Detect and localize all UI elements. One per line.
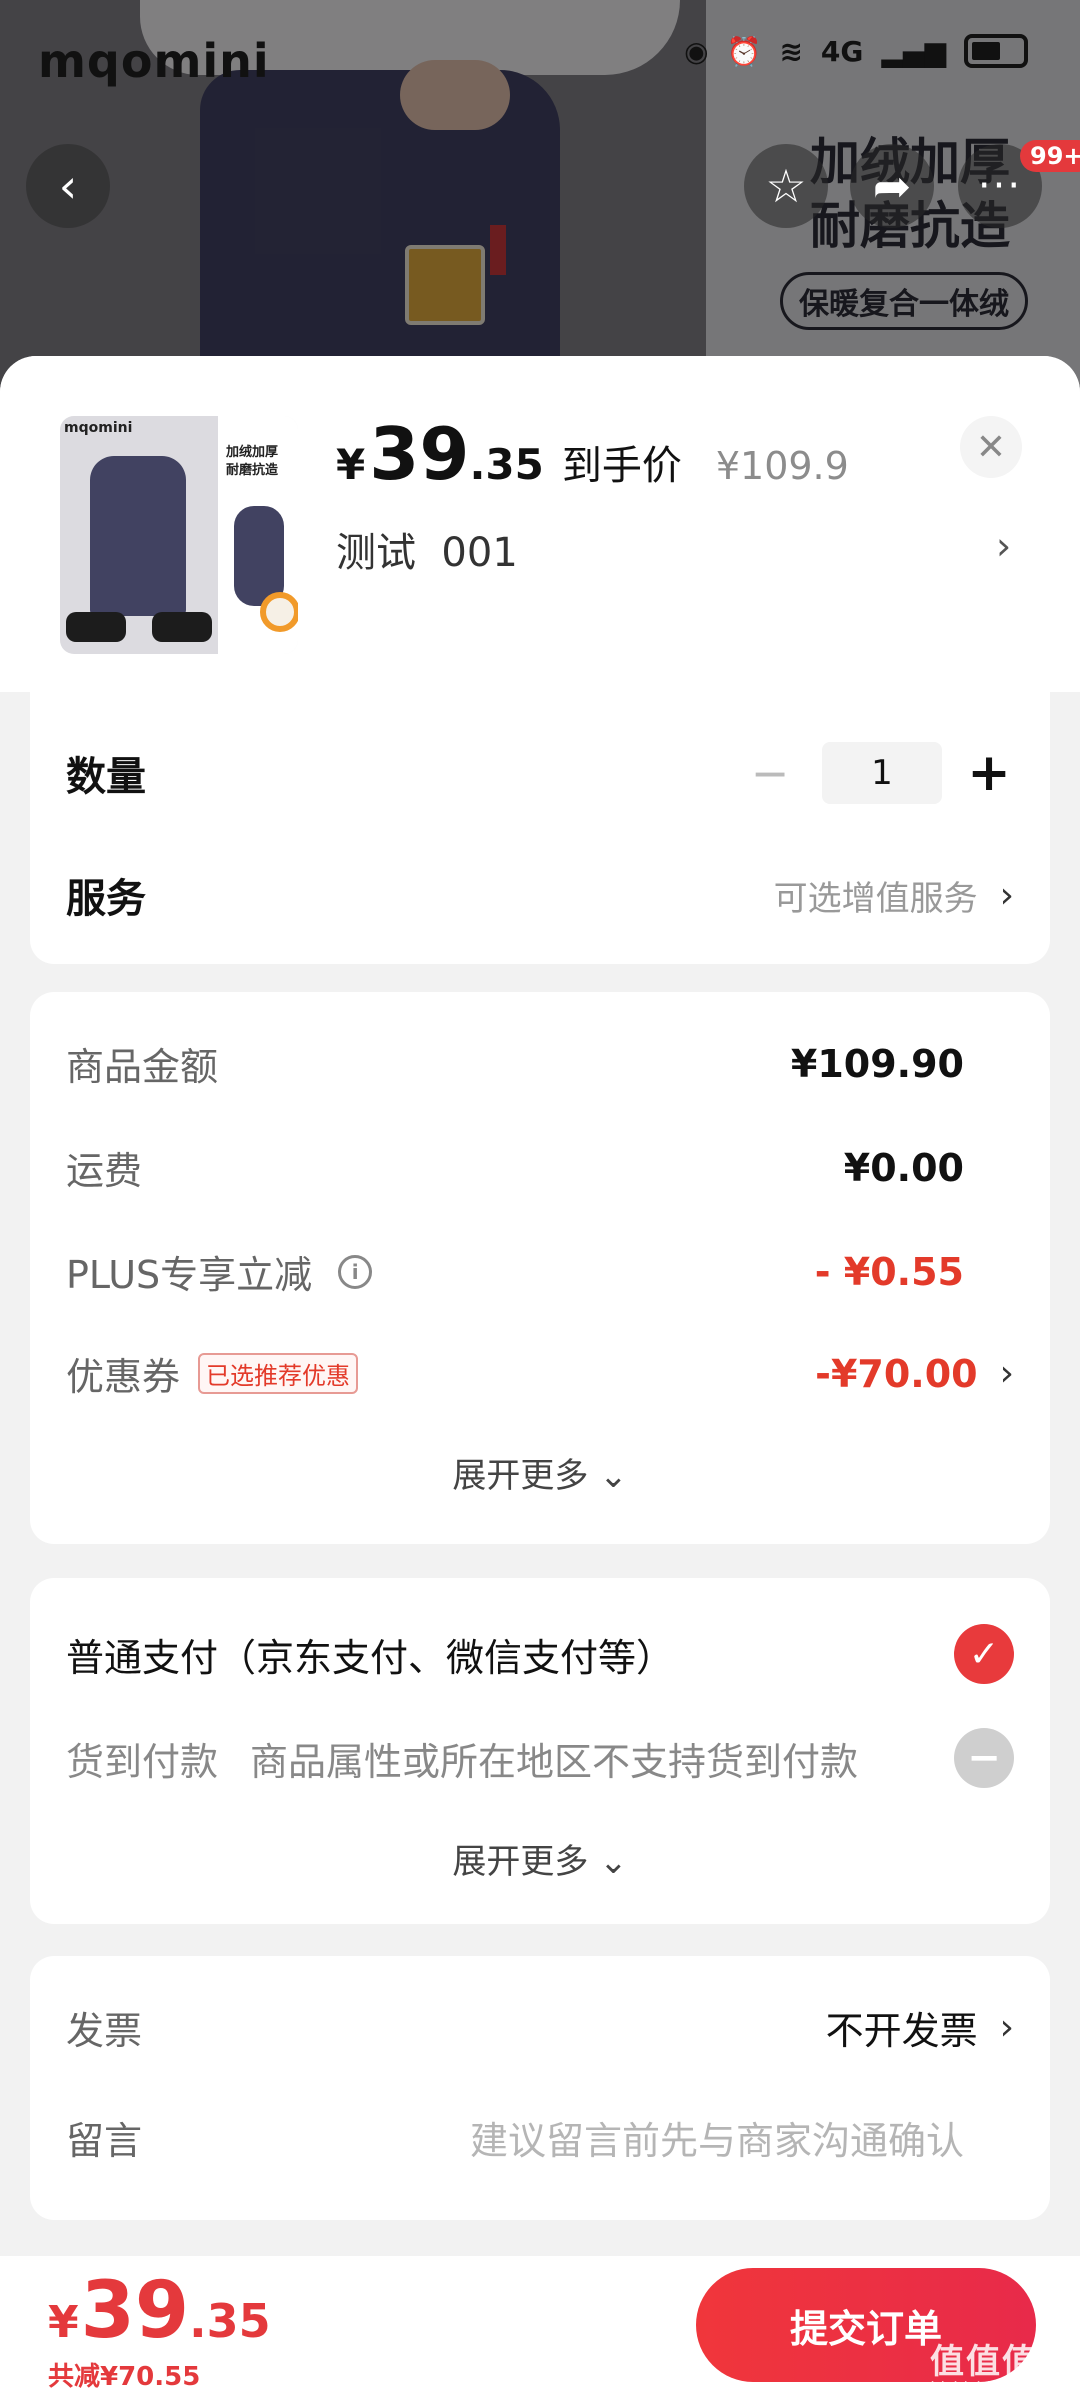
watermark: 值值值 xyxy=(930,2342,1038,2382)
original-price: ¥109.9 xyxy=(715,444,849,488)
chevron-right-icon: › xyxy=(999,1353,1014,1394)
more-icon: ··· xyxy=(977,163,1023,209)
chevron-right-icon: › xyxy=(999,874,1014,916)
total-symbol: ¥ xyxy=(48,2297,79,2348)
quantity-label: 数量 xyxy=(66,754,146,800)
wifi-icon: ≋ xyxy=(779,34,803,68)
payment-option-cod: 货到付款 商品属性或所在地区不支持货到付款 − xyxy=(66,1728,1014,1788)
chevron-down-icon: ⌄ xyxy=(599,1456,628,1496)
payment-option-normal[interactable]: 普通支付（京东支付、微信支付等） ✓ xyxy=(66,1624,1014,1684)
chevron-right-icon: › xyxy=(999,2007,1014,2048)
fee-breakdown-card: 商品金额 ¥109.90 运费 ¥0.00 PLUS专享立减 i - ¥0.55… xyxy=(30,992,1050,1544)
checkmark-icon[interactable]: ✓ xyxy=(954,1624,1014,1684)
coupon-badge: 已选推荐优惠 xyxy=(198,1353,359,1394)
thumb-text: 加绒加厚 耐磨抗造 xyxy=(226,445,279,478)
total-integer: 39 xyxy=(80,2266,190,2356)
increment-button[interactable]: + xyxy=(964,743,1014,803)
total-decimal: .35 xyxy=(189,2294,271,2348)
payment-expand-more[interactable]: 展开更多 ⌄ xyxy=(30,1834,1050,1883)
brand-logo: mqomini xyxy=(38,34,270,88)
favorite-button[interactable]: ☆ xyxy=(744,144,828,228)
shipping-label: 运费 xyxy=(66,1149,143,1193)
cod-label: 货到付款 xyxy=(66,1739,219,1784)
goods-amount-label: 商品金额 xyxy=(66,1045,219,1089)
invoice-label: 发票 xyxy=(66,2009,143,2053)
selected-variant[interactable]: 测试 001 xyxy=(336,520,518,578)
more-badge: 99+ xyxy=(1020,140,1080,172)
note-input[interactable]: 建议留言前先与商家沟通确认 xyxy=(470,2110,964,2165)
price-integer: 39 xyxy=(369,412,470,496)
share-icon: ➦ xyxy=(872,159,912,213)
invoice-row[interactable]: 发票 不开发票 › xyxy=(66,2000,1014,2055)
signal-icon: ▂▄▆ xyxy=(881,34,946,68)
quantity-service-card: 数量 − 1 + 服务 可选增值服务 › xyxy=(30,692,1050,964)
chevron-down-icon: ⌄ xyxy=(599,1842,628,1882)
bottom-bar: ¥ 39 .35 共减¥70.55 提交订单 xyxy=(0,2256,1080,2400)
signal-label: 4G xyxy=(820,34,864,68)
payment-method-card: 普通支付（京东支付、微信支付等） ✓ 货到付款 商品属性或所在地区不支持货到付款… xyxy=(30,1578,1050,1924)
sheet-header: mqomini 加绒加厚 耐磨抗造 ¥ 39 .35 到手价 ¥109.9 ✕ … xyxy=(0,356,1080,692)
plus-discount-value: - ¥0.55 xyxy=(814,1249,964,1294)
coupon-label: 优惠券 xyxy=(66,1355,181,1399)
price-decimal: .35 xyxy=(469,440,544,489)
watermark-url: zhizhizhi.com xyxy=(922,2378,1031,2397)
note-label: 留言 xyxy=(66,2119,143,2163)
product-thumbnail[interactable]: mqomini 加绒加厚 耐磨抗造 xyxy=(60,416,298,654)
battery-icon xyxy=(964,34,1028,68)
quantity-stepper: − 1 + xyxy=(740,742,1014,804)
info-icon[interactable]: i xyxy=(338,1254,373,1289)
total-saved: 共减¥70.55 xyxy=(48,2362,201,2392)
service-label: 服务 xyxy=(66,876,146,922)
plus-discount-label: PLUS专享立减 xyxy=(66,1253,313,1297)
quantity-input[interactable]: 1 xyxy=(822,742,942,804)
close-button[interactable]: ✕ xyxy=(960,416,1022,478)
thumb-logo: mqomini xyxy=(64,420,133,436)
final-price-tag: 到手价 xyxy=(561,443,682,489)
coupon-row[interactable]: 优惠券 已选推荐优惠 -¥70.00 › xyxy=(66,1346,1014,1401)
goods-amount-value: ¥109.90 xyxy=(790,1041,964,1086)
decrement-button[interactable]: − xyxy=(740,746,800,800)
chevron-right-icon[interactable]: › xyxy=(996,524,1011,568)
star-icon: ☆ xyxy=(765,159,807,213)
expand-more-label: 展开更多 xyxy=(452,1456,589,1496)
alarm-icon: ⏰ xyxy=(726,34,762,68)
invoice-value: 不开发票 xyxy=(825,2009,978,2053)
expand-more-label: 展开更多 xyxy=(452,1842,589,1882)
normal-payment-label: 普通支付（京东支付、微信支付等） xyxy=(66,1635,675,1680)
back-button[interactable]: ‹ xyxy=(26,144,110,228)
service-placeholder: 可选增值服务 xyxy=(773,878,978,919)
service-row[interactable]: 服务 可选增值服务 › xyxy=(66,866,1014,924)
share-button[interactable]: ➦ xyxy=(850,144,934,228)
fees-expand-more[interactable]: 展开更多 ⌄ xyxy=(30,1448,1050,1497)
eye-icon: ◉ xyxy=(684,34,709,68)
close-icon: ✕ xyxy=(975,426,1007,468)
invoice-note-card: 发票 不开发票 › 留言 建议留言前先与商家沟通确认 xyxy=(30,1956,1050,2220)
coupon-value: -¥70.00 xyxy=(815,1351,978,1396)
cod-unavailable-note: 商品属性或所在地区不支持货到付款 xyxy=(250,1739,859,1784)
price-symbol: ¥ xyxy=(336,440,366,489)
status-bar: ◉ ⏰ ≋ 4G ▂▄▆ xyxy=(684,34,1028,68)
total-price: ¥ 39 .35 xyxy=(48,2266,271,2356)
checkout-sheet: mqomini 加绒加厚 耐磨抗造 ¥ 39 .35 到手价 ¥109.9 ✕ … xyxy=(0,356,1080,2400)
price-line: ¥ 39 .35 到手价 ¥109.9 xyxy=(336,412,849,496)
chevron-left-icon: ‹ xyxy=(58,159,78,213)
shipping-value: ¥0.00 xyxy=(843,1145,964,1190)
disabled-icon: − xyxy=(954,1728,1014,1788)
